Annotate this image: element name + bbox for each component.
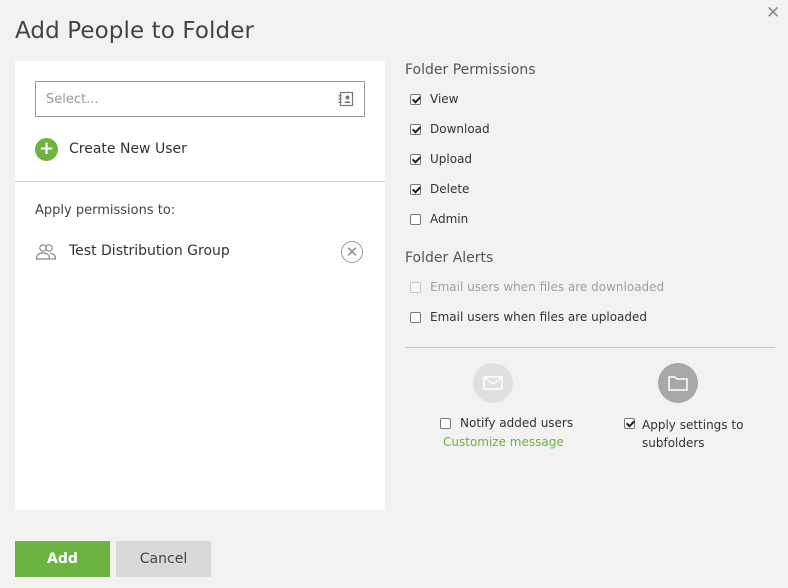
view-label: View [430, 92, 459, 106]
mail-icon [473, 363, 513, 403]
apply-subfolders-checkbox[interactable] [624, 418, 635, 429]
permission-upload[interactable]: Upload [410, 150, 472, 168]
user-select-box[interactable] [35, 81, 365, 117]
recipients-panel: + Create New User Apply permissions to: … [15, 61, 385, 510]
apply-permissions-label: Apply permissions to: [35, 203, 176, 218]
folder-permissions-heading: Folder Permissions [405, 62, 536, 78]
panel-divider [15, 181, 385, 182]
alert-uploaded[interactable]: Email users when files are uploaded [410, 308, 647, 326]
plus-icon: + [35, 137, 58, 161]
dialog-title: Add People to Folder [15, 18, 255, 44]
permission-download[interactable]: Download [410, 120, 490, 138]
close-icon[interactable]: ✕ [766, 3, 780, 23]
alert-uploaded-checkbox[interactable] [410, 311, 421, 323]
download-label: Download [430, 122, 490, 136]
permission-delete[interactable]: Delete [410, 180, 469, 198]
alert-uploaded-label: Email users when files are uploaded [430, 310, 648, 324]
upload-label: Upload [430, 152, 473, 166]
permission-view[interactable]: View [410, 90, 458, 108]
admin-checkbox[interactable] [410, 213, 421, 225]
delete-label: Delete [430, 182, 470, 196]
view-checkbox[interactable] [410, 93, 421, 105]
folder-icon [658, 363, 698, 403]
cancel-button[interactable]: Cancel [116, 541, 211, 577]
alert-downloaded-checkbox [410, 281, 421, 293]
remove-icon[interactable]: ✕ [341, 241, 363, 263]
notify-users-label: Notify added users [460, 416, 574, 430]
permission-admin[interactable]: Admin [410, 210, 468, 228]
download-checkbox[interactable] [410, 123, 421, 135]
notify-users-checkbox[interactable] [440, 417, 451, 429]
alert-downloaded: Email users when files are downloaded [410, 278, 664, 296]
recipient-name: Test Distribution Group [69, 243, 230, 259]
add-button[interactable]: Add [15, 541, 110, 577]
notify-users-option[interactable]: Notify added users [440, 414, 573, 432]
upload-checkbox[interactable] [410, 153, 421, 165]
delete-checkbox[interactable] [410, 183, 421, 195]
admin-label: Admin [430, 212, 469, 226]
group-icon [35, 243, 57, 261]
customize-message-link[interactable]: Customize message [443, 435, 564, 449]
alert-downloaded-label: Email users when files are downloaded [430, 280, 665, 294]
folder-alerts-heading: Folder Alerts [405, 250, 494, 266]
address-book-icon[interactable] [338, 91, 354, 107]
options-divider [405, 347, 775, 348]
recipient-row: Test Distribution Group ✕ [35, 241, 365, 265]
user-search-input[interactable] [36, 82, 336, 116]
create-new-user-button[interactable]: + Create New User [35, 137, 187, 161]
apply-subfolders-label: Apply settings to subfolders [642, 418, 744, 450]
create-new-user-label: Create New User [69, 141, 187, 157]
